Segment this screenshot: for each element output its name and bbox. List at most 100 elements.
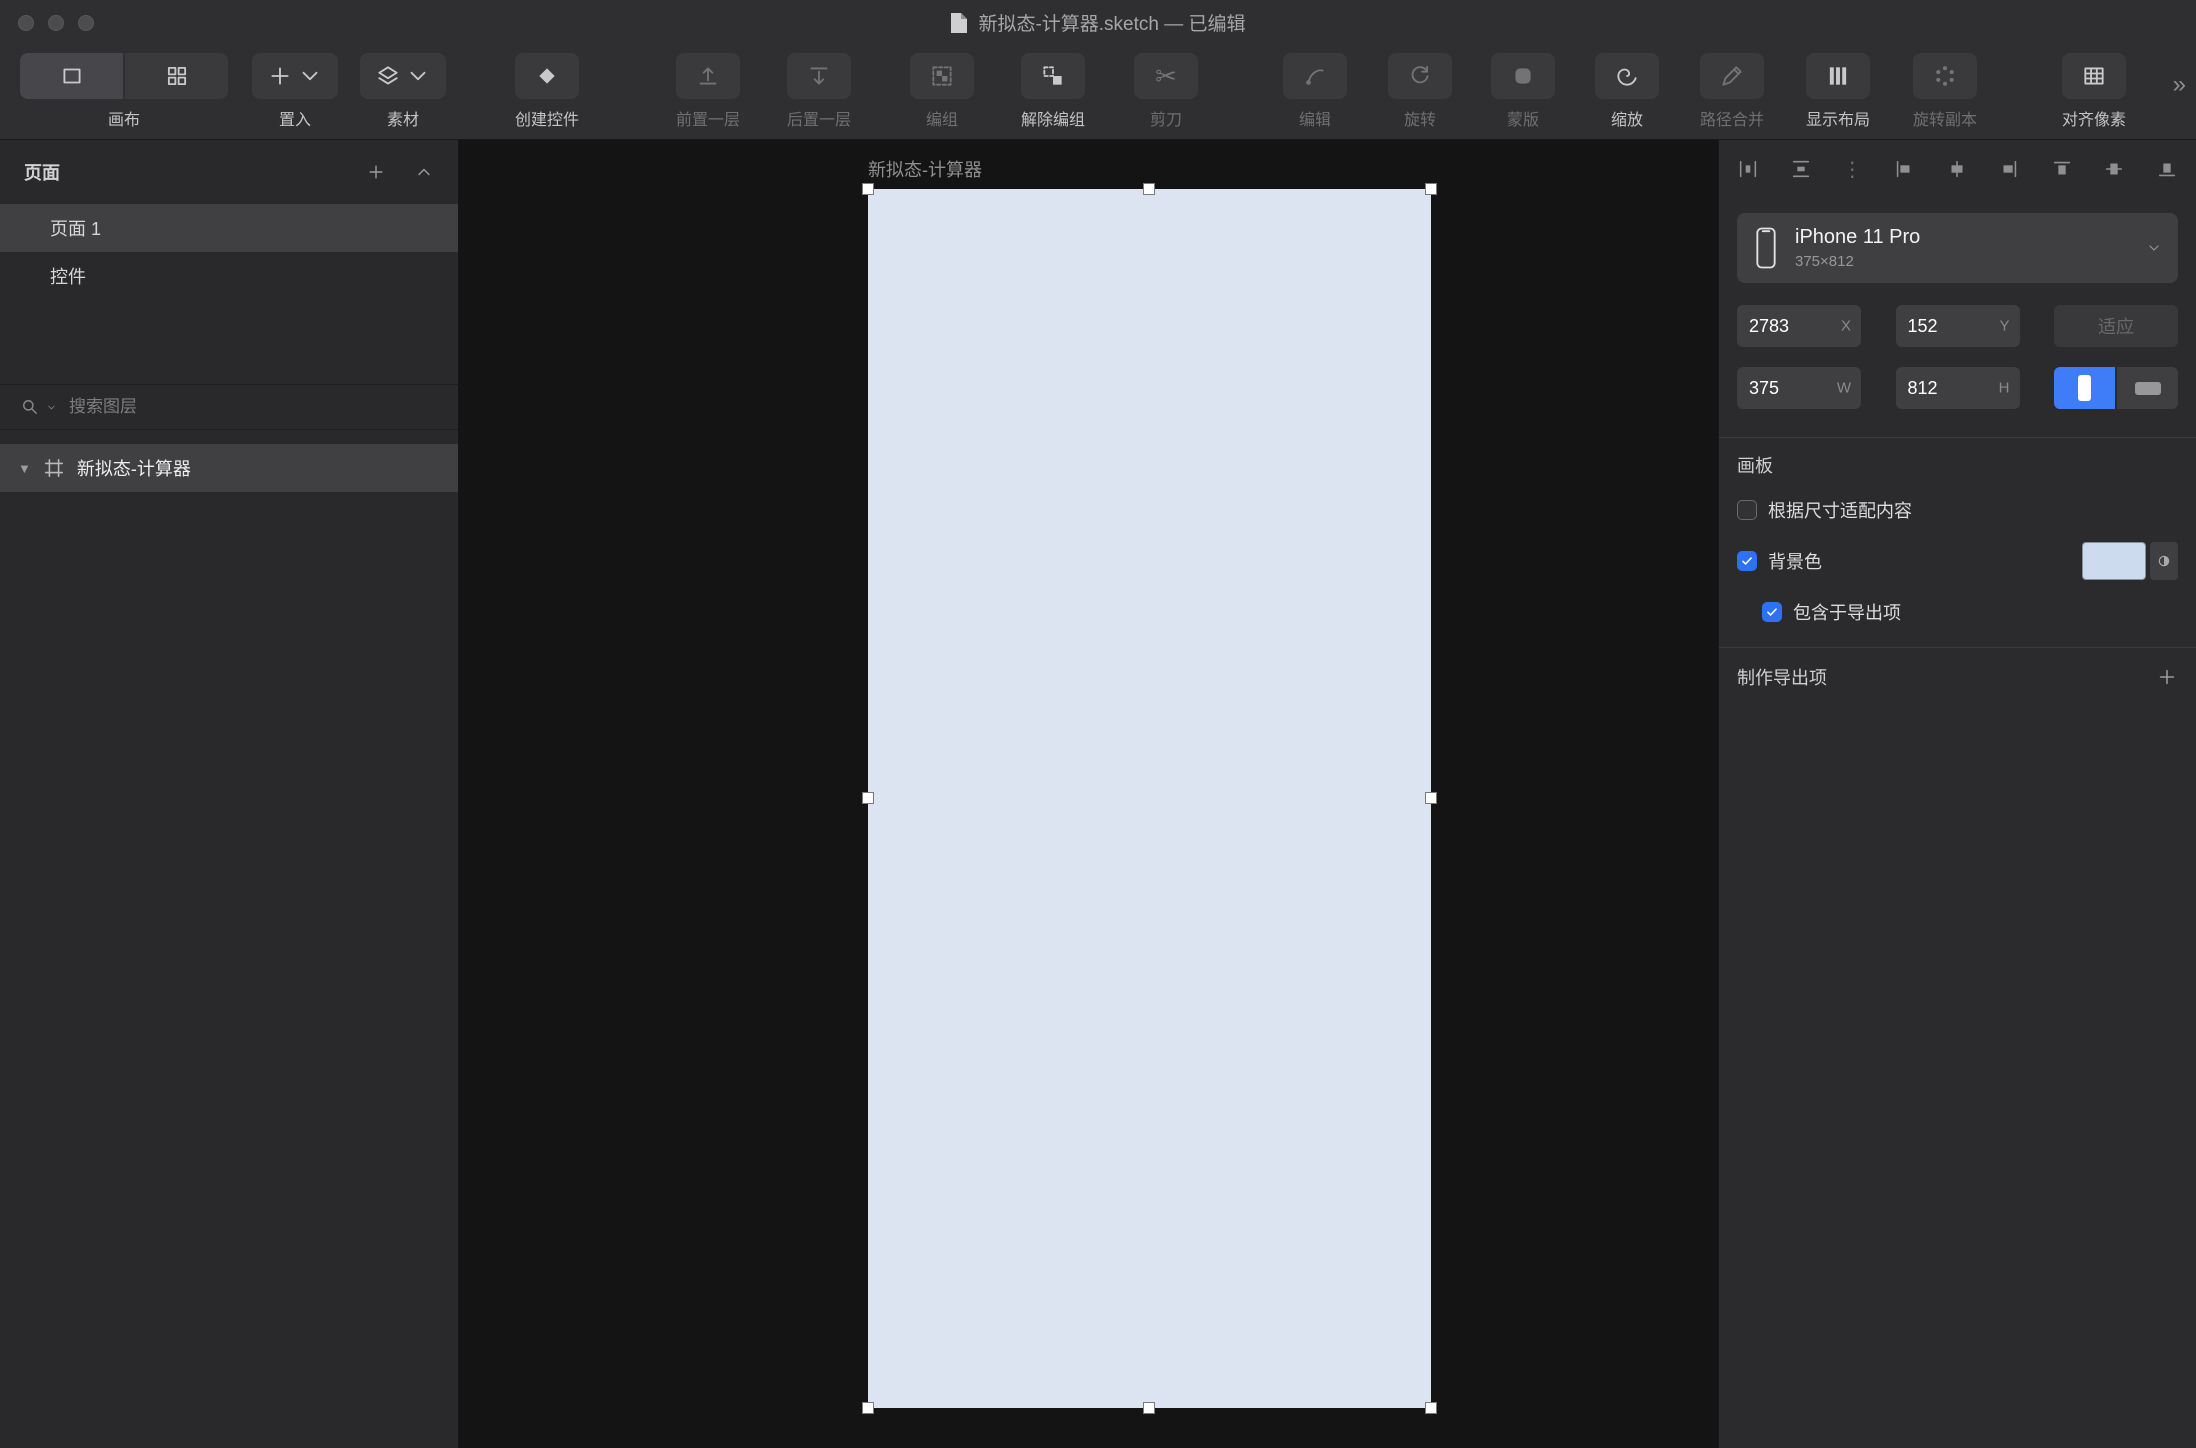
page-item-1[interactable]: 页面 1 — [0, 204, 458, 252]
toolbar-item-edit[interactable]: 编辑 — [1265, 45, 1365, 130]
align-middle-icon[interactable] — [2103, 158, 2125, 180]
chevron-down-icon — [2146, 240, 2162, 256]
minimize-button[interactable] — [48, 14, 64, 31]
toolbar-item-rotate-copies[interactable]: 旋转副本 — [1895, 45, 1995, 130]
scale-icon[interactable] — [1595, 53, 1659, 99]
toolbar-item-label: 路径合并 — [1699, 112, 1764, 129]
toolbar-item-ungroup[interactable]: 解除编组 — [1003, 45, 1103, 130]
height-field[interactable]: H — [1895, 367, 2020, 409]
align-left-icon[interactable] — [1893, 158, 1915, 180]
pixel-align-icon[interactable] — [2062, 53, 2126, 99]
toolbar-overflow-icon[interactable]: » — [2173, 71, 2186, 99]
align-right-icon[interactable] — [1998, 158, 2020, 180]
disclosure-triangle-icon[interactable]: ▼ — [18, 461, 31, 476]
toolbar-item-bring-forward[interactable]: 前置一层 — [658, 45, 758, 130]
artboard-icon[interactable] — [20, 53, 123, 99]
align-top-icon[interactable] — [2051, 158, 2073, 180]
artboard-frame-icon — [43, 457, 65, 479]
edit-vector-icon[interactable] — [1283, 53, 1347, 99]
resize-handle-w[interactable] — [862, 792, 874, 804]
artboard[interactable] — [868, 189, 1431, 1408]
page-item-symbols[interactable]: 控件 — [0, 252, 458, 300]
include-export-checkbox[interactable] — [1762, 602, 1782, 622]
resize-handle-s[interactable] — [1143, 1402, 1155, 1414]
resize-handle-nw[interactable] — [862, 183, 874, 195]
x-position-field[interactable]: X — [1737, 305, 1861, 347]
group-icon[interactable] — [910, 53, 974, 99]
layers-icon[interactable] — [360, 53, 446, 99]
toolbar-item-insert[interactable]: 置入 — [245, 45, 345, 130]
resize-handle-e[interactable] — [1425, 792, 1437, 804]
bring-forward-icon[interactable] — [676, 53, 740, 99]
toolbar-item-rotate[interactable]: 旋转 — [1370, 45, 1470, 130]
page-item-label: 页面 1 — [50, 219, 102, 239]
color-variable-icon[interactable] — [2150, 542, 2178, 580]
distribute-horizontal-icon[interactable] — [1737, 158, 1759, 180]
search-icon[interactable] — [20, 397, 40, 417]
toolbar-item-pixel-align[interactable]: 对齐像素 — [2044, 45, 2144, 130]
section-divider — [1719, 437, 2196, 438]
artboard-title[interactable]: 新拟态-计算器 — [868, 156, 982, 182]
toolbar-item-mask[interactable]: 蒙版 — [1473, 45, 1573, 130]
include-export-label: 包含于导出项 — [1793, 603, 1901, 623]
toolbar-item-assets[interactable]: 素材 — [353, 45, 453, 130]
canvas[interactable]: 新拟态-计算器 — [459, 140, 1718, 1448]
phone-icon — [1753, 225, 1779, 271]
toolbar-item-create-symbol[interactable]: 创建控件 — [497, 45, 597, 130]
resize-handle-se[interactable] — [1425, 1402, 1437, 1414]
align-center-horizontal-icon[interactable] — [1946, 158, 1968, 180]
background-color-swatch[interactable] — [2082, 542, 2146, 580]
rotate-icon[interactable] — [1388, 53, 1452, 99]
toolbar-item-label: 剪刀 — [1149, 112, 1182, 129]
layer-item-artboard[interactable]: ▼ 新拟态-计算器 — [0, 444, 458, 492]
width-field[interactable]: W — [1737, 367, 1861, 409]
window-title-text: 新拟态-计算器.sketch — 已编辑 — [978, 14, 1246, 35]
resize-handle-sw[interactable] — [862, 1402, 874, 1414]
zoom-button[interactable] — [78, 14, 94, 31]
mask-icon[interactable] — [1491, 53, 1555, 99]
resize-handle-ne[interactable] — [1425, 183, 1437, 195]
landscape-orientation-button[interactable] — [2117, 367, 2178, 409]
plus-icon[interactable] — [252, 53, 338, 99]
include-export-row: 包含于导出项 — [1762, 599, 2178, 625]
add-export-icon[interactable] — [2156, 666, 2178, 688]
background-color-checkbox[interactable] — [1737, 551, 1757, 571]
ungroup-icon[interactable] — [1021, 53, 1085, 99]
y-position-field[interactable]: Y — [1895, 305, 2020, 347]
toolbar-item-path-merge[interactable]: 路径合并 — [1682, 45, 1782, 130]
close-button[interactable] — [18, 14, 34, 31]
background-color-row: 背景色 — [1737, 542, 2178, 580]
toolbar-item-label: 蒙版 — [1506, 112, 1539, 129]
collapse-pages-icon[interactable] — [414, 162, 434, 182]
rotate-copies-icon[interactable] — [1913, 53, 1977, 99]
page-item-label: 控件 — [50, 267, 86, 287]
diamond-icon[interactable] — [515, 53, 579, 99]
toolbar-item-group[interactable]: 编组 — [892, 45, 992, 130]
layout-icon[interactable] — [1806, 53, 1870, 99]
align-bottom-icon[interactable] — [2156, 158, 2178, 180]
add-page-icon[interactable] — [366, 162, 386, 182]
toolbar-item-scissors[interactable]: ✂ 剪刀 — [1116, 45, 1216, 130]
resize-content-checkbox[interactable] — [1737, 500, 1757, 520]
toolbar-item-label: 显示布局 — [1805, 112, 1870, 129]
portrait-orientation-button[interactable] — [2054, 367, 2115, 409]
toolbar-item-label: 后置一层 — [786, 112, 851, 129]
alignment-more-icon[interactable]: ⋮ — [1842, 157, 1862, 182]
search-filter-chevron-icon[interactable] — [46, 402, 57, 413]
distribute-vertical-icon[interactable] — [1790, 158, 1812, 180]
grid-icon[interactable] — [125, 53, 228, 99]
fit-button[interactable]: 适应 — [2054, 305, 2178, 347]
toolbar-item-send-backward[interactable]: 后置一层 — [769, 45, 869, 130]
send-backward-icon[interactable] — [787, 53, 851, 99]
portrait-icon — [2078, 375, 2091, 401]
toolbar-item-canvas[interactable]: 画布 — [20, 45, 228, 130]
device-preset-dropdown[interactable]: iPhone 11 Pro 375×812 — [1737, 213, 2178, 283]
export-section: 制作导出项 — [1737, 664, 2178, 690]
toolbar-item-scale[interactable]: 缩放 — [1577, 45, 1677, 130]
toolbar-item-show-layout[interactable]: 显示布局 — [1788, 45, 1888, 130]
layers-sidebar: 页面 页面 1 控件 搜索图层 ▼ 新拟态-计算器 — [0, 140, 459, 1448]
scissors-icon[interactable]: ✂ — [1134, 53, 1198, 99]
search-input[interactable] — [69, 397, 438, 417]
path-merge-icon[interactable] — [1700, 53, 1764, 99]
resize-handle-n[interactable] — [1143, 183, 1155, 195]
